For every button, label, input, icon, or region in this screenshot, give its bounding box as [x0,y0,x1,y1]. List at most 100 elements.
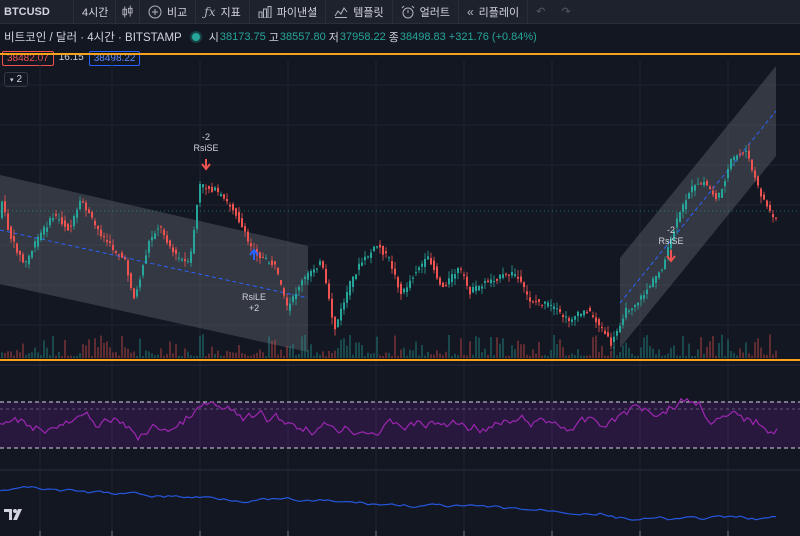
volume-bar [79,353,81,358]
candle-body [625,307,627,318]
candle-body [31,250,33,258]
candle-body [196,204,198,229]
volume-bar [706,346,708,358]
volume-bar [757,338,759,358]
volume-bar [430,354,432,358]
candle-body [220,194,222,197]
candle-body [412,277,414,279]
candle-body [148,241,150,253]
volume-bar [565,355,567,358]
candle-body [421,263,423,267]
volume-bar [451,355,453,358]
candle-body [718,192,720,198]
candle-body [565,316,567,318]
volume-bar [652,348,654,358]
candle-body [190,251,192,263]
volume-bar [520,344,522,358]
candle-body [124,257,126,260]
candle-body [10,226,12,240]
volume-bar [295,355,297,358]
candle-body [562,315,564,318]
volume-bar [133,351,135,358]
candle-body [550,304,552,306]
volume-bar [241,353,243,358]
candle-body [91,211,93,218]
volume-bar [538,342,540,358]
candle-body [745,150,747,152]
candle-body [520,276,522,282]
volume-bar [283,355,285,358]
candle-body [355,274,357,279]
candle-body [40,232,42,241]
candle-body [205,188,207,190]
volume-bar [262,352,264,358]
chart-canvas[interactable]: -2 RsiSE RsiLE +2 -2 RsiSE [0,0,800,536]
candle-body [484,281,486,283]
volume-bar [265,355,267,358]
candle-body [721,188,723,198]
volume-bar [220,355,222,358]
volume-bar [127,348,129,358]
candle-body [34,241,36,248]
candle-body [604,330,606,335]
candle-body [442,282,444,288]
candle-body [247,231,249,242]
candle-body [496,278,498,281]
volume-bar [313,355,315,358]
volume-bar [397,355,399,358]
volume-bar [631,353,633,358]
volume-bar [775,350,777,358]
candle-body [151,237,153,241]
volume-bar [190,355,192,358]
candle-body [94,220,96,226]
volume-bar [682,336,684,358]
volume-bar [154,355,156,358]
volume-bar [592,336,594,358]
volume-bar [556,344,558,358]
volume-bar [199,335,201,358]
volume-bar [559,339,561,358]
volume-bar [274,339,276,358]
volume-bar [739,348,741,358]
candle-body [172,247,174,253]
candle-body [310,270,312,277]
volume-bar [349,335,351,358]
volume-bar [574,355,576,358]
candle-body [757,176,759,186]
volume-bar [307,349,309,358]
volume-bar [715,355,717,358]
candle-body [121,252,123,258]
volume-bar [361,344,363,358]
volume-bar [343,338,345,358]
volume-bar [121,335,123,358]
candle-body [313,269,315,273]
candle-body [598,319,600,326]
volume-bar [736,355,738,358]
volume-bar [298,353,300,358]
volume-bar [112,352,114,358]
candle-body [640,295,642,300]
candle-body [76,209,78,218]
short-entry-label: RsiSE [193,143,218,153]
candle-body [1,201,3,218]
volume-bar [226,350,228,358]
candle-body [238,211,240,223]
candle-body [772,214,774,218]
candle-body [388,257,390,259]
volume-bar [250,355,252,358]
volume-bar [550,349,552,358]
volume-bar [178,355,180,358]
long-entry-qty: +2 [249,303,259,313]
candle-body [637,302,639,306]
candle-body [208,186,210,189]
volume-bar [319,355,321,358]
candle-body [529,297,531,302]
candle-body [403,288,405,293]
volume-bar [760,347,762,358]
candle-body [166,235,168,243]
candle-body [265,257,267,259]
tradingview-logo[interactable] [3,506,27,524]
volume-bar [268,336,270,358]
volume-bar [364,355,366,358]
volume-bar [73,355,75,358]
